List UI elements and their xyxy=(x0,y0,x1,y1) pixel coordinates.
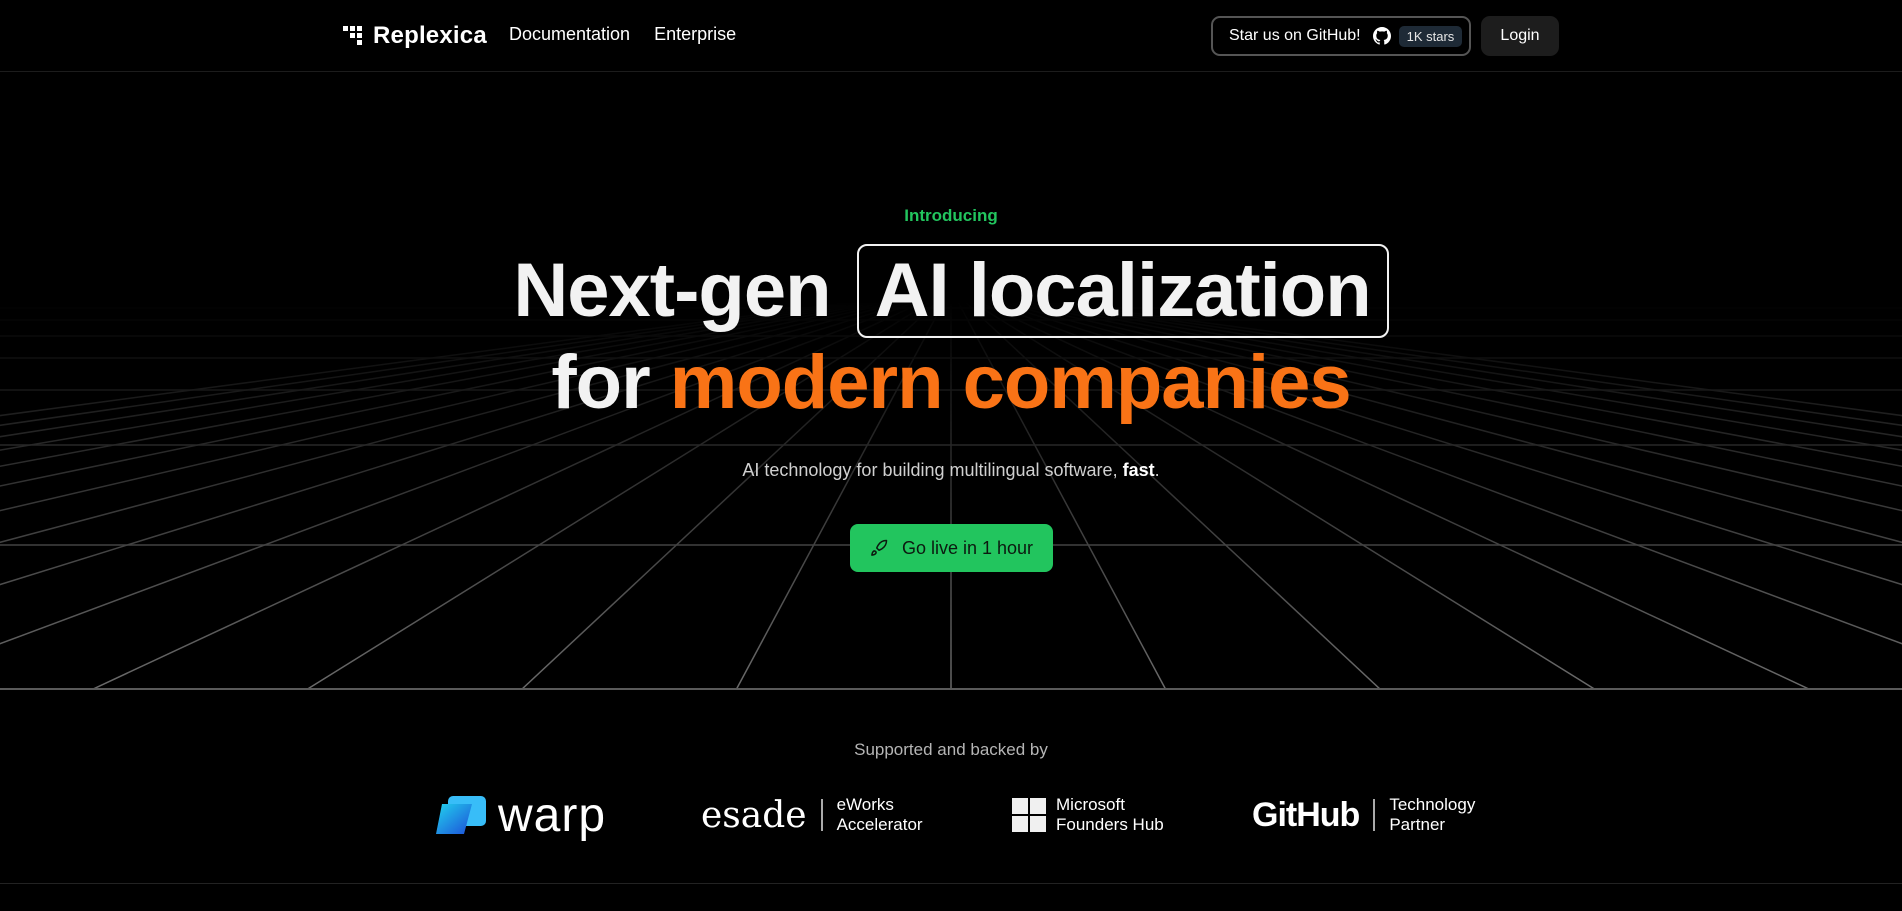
headline-for: for xyxy=(551,340,650,425)
microsoft-caption: Microsoft Founders Hub xyxy=(1056,795,1164,835)
headline-line-1: Next-gen AI localization xyxy=(0,244,1902,338)
login-button[interactable]: Login xyxy=(1481,16,1559,56)
intro-label: Introducing xyxy=(904,206,998,225)
logo-icon xyxy=(343,26,363,46)
subtitle-end: . xyxy=(1154,460,1160,480)
esade-wordmark: esade xyxy=(701,794,807,836)
microsoft-caption-line2: Founders Hub xyxy=(1056,815,1164,834)
headline-prefix: Next-gen xyxy=(513,248,831,333)
brand-logo[interactable]: Replexica xyxy=(343,22,487,50)
microsoft-logo-icon xyxy=(1012,798,1046,832)
nav-link-documentation[interactable]: Documentation xyxy=(509,24,630,45)
headline-line-2: for modern companies xyxy=(0,338,1902,428)
github-partner-logo[interactable]: GitHub Technology Partner xyxy=(1252,790,1475,840)
github-caption-line2: Partner xyxy=(1389,815,1446,834)
main-nav: Documentation Enterprise xyxy=(509,24,736,45)
github-star-button[interactable]: Star us on GitHub! 1K stars xyxy=(1211,16,1471,56)
supporter-logos: warp esade eWorks Accelerator Microsoft … xyxy=(0,788,1902,842)
site-header: Replexica Documentation Enterprise Star … xyxy=(0,0,1902,72)
esade-caption-line2: Accelerator xyxy=(836,815,923,834)
warp-wordmark: warp xyxy=(498,788,607,842)
headline-highlight: modern companies xyxy=(669,340,1352,425)
headline-boxed-text: AI localization xyxy=(856,244,1389,338)
github-stars-badge: 1K stars xyxy=(1398,25,1463,47)
esade-separator xyxy=(820,799,823,831)
go-live-label: Go live in 1 hour xyxy=(901,537,1034,558)
github-star-label: Star us on GitHub! xyxy=(1229,27,1361,44)
subtitle-bold: fast xyxy=(1122,460,1155,480)
hero-subtitle: AI technology for building multilingual … xyxy=(0,460,1902,481)
esade-caption-line1: eWorks xyxy=(836,795,894,814)
section-divider xyxy=(0,688,1902,690)
subtitle-text: AI technology for building multilingual … xyxy=(742,460,1118,480)
esade-caption: eWorks Accelerator xyxy=(837,795,923,835)
brand-name: Replexica xyxy=(373,22,487,49)
go-live-button[interactable]: Go live in 1 hour xyxy=(850,524,1053,572)
microsoft-founders-hub-logo[interactable]: Microsoft Founders Hub xyxy=(1012,790,1164,840)
hero-headline: Next-gen AI localization for modern comp… xyxy=(0,244,1902,428)
github-caption-line1: Technology xyxy=(1389,795,1476,814)
github-wordmark: GitHub xyxy=(1252,795,1360,834)
supporters-title: Supported and backed by xyxy=(854,740,1048,759)
microsoft-caption-line1: Microsoft xyxy=(1056,795,1125,814)
esade-logo[interactable]: esade eWorks Accelerator xyxy=(701,790,923,840)
rocket-icon xyxy=(871,539,888,556)
warp-logo[interactable]: warp xyxy=(434,788,607,842)
nav-link-enterprise[interactable]: Enterprise xyxy=(654,24,736,45)
warp-logo-icon xyxy=(436,796,486,834)
github-separator xyxy=(1373,799,1376,831)
github-icon xyxy=(1372,27,1391,45)
github-caption: Technology Partner xyxy=(1389,795,1475,835)
footer-divider xyxy=(0,883,1902,884)
